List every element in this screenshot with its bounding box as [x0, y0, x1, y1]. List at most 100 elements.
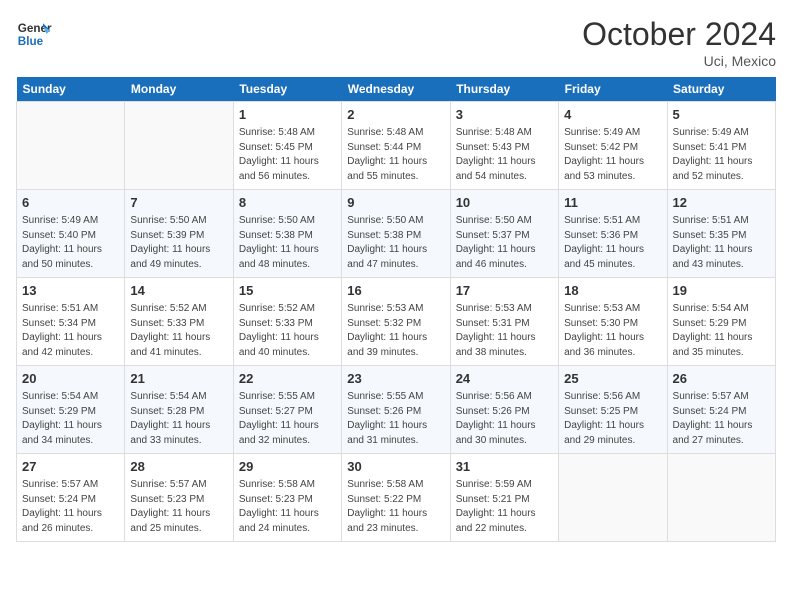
sunset-text: Sunset: 5:22 PM: [347, 493, 444, 508]
sunrise-text: Sunrise: 5:59 AM: [456, 478, 553, 493]
day-cell-25: 25Sunrise: 5:56 AMSunset: 5:25 PMDayligh…: [559, 366, 667, 454]
daylight-text: Daylight: 11 hours: [564, 155, 661, 170]
day-number: 27: [22, 458, 119, 476]
day-cell-13: 13Sunrise: 5:51 AMSunset: 5:34 PMDayligh…: [17, 278, 125, 366]
daylight-text-2: and 55 minutes.: [347, 170, 444, 185]
day-cell-27: 27 Sunrise: 5:57 AMSunset: 5:24 PMDayligh…: [17, 454, 125, 542]
day-header-friday: Friday: [559, 77, 667, 102]
day-number: 19: [673, 282, 770, 300]
sunrise-text: Sunrise: 5:56 AM: [564, 390, 661, 405]
daylight-text: Daylight: 11 hours: [673, 243, 770, 258]
day-cell-15: 15Sunrise: 5:52 AMSunset: 5:33 PMDayligh…: [233, 278, 341, 366]
page-header: General Blue October 2024 Uci, Mexico: [16, 16, 776, 69]
daylight-text: Daylight: 11 hours: [456, 419, 553, 434]
sunrise-text: Sunrise: 5:53 AM: [456, 302, 553, 317]
day-info: Sunrise: 5:54 AMSunset: 5:29 PMDaylight:…: [22, 390, 119, 448]
day-info: Sunrise: 5:55 AMSunset: 5:26 PMDaylight:…: [347, 390, 444, 448]
daylight-text-2: and 30 minutes.: [456, 434, 553, 449]
sunset-text: Sunset: 5:36 PM: [564, 229, 661, 244]
day-info: Sunrise: 5:59 AMSunset: 5:21 PMDaylight:…: [456, 478, 553, 536]
sunrise-text: Sunrise: 5:50 AM: [347, 214, 444, 229]
svg-text:Blue: Blue: [18, 35, 44, 48]
sunrise-text: Sunrise: 5:54 AM: [130, 390, 227, 405]
day-info: Sunrise: 5:58 AMSunset: 5:23 PMDaylight:…: [239, 478, 336, 536]
sunset-text: Sunset: 5:40 PM: [22, 229, 119, 244]
sunset-text: Sunset: 5:31 PM: [456, 317, 553, 332]
day-cell-22: 22Sunrise: 5:55 AMSunset: 5:27 PMDayligh…: [233, 366, 341, 454]
sunrise-text: Sunrise: 5:54 AM: [22, 390, 119, 405]
day-number: 11: [564, 194, 661, 212]
day-cell-8: 8Sunrise: 5:50 AMSunset: 5:38 PMDaylight…: [233, 190, 341, 278]
daylight-text-2: and 31 minutes.: [347, 434, 444, 449]
sunset-text: Sunset: 5:26 PM: [456, 405, 553, 420]
day-info: Sunrise: 5:53 AMSunset: 5:31 PMDaylight:…: [456, 302, 553, 360]
day-info: Sunrise: 5:52 AMSunset: 5:33 PMDaylight:…: [130, 302, 227, 360]
logo-icon: General Blue: [16, 16, 52, 52]
day-info: Sunrise: 5:53 AMSunset: 5:32 PMDaylight:…: [347, 302, 444, 360]
daylight-text: Daylight: 11 hours: [239, 331, 336, 346]
day-number: 21: [130, 370, 227, 388]
day-info: Sunrise: 5:49 AMSunset: 5:40 PMDaylight:…: [22, 214, 119, 272]
title-area: October 2024 Uci, Mexico: [582, 16, 776, 69]
daylight-text-2: and 53 minutes.: [564, 170, 661, 185]
day-number: 6: [22, 194, 119, 212]
sunrise-text: Sunrise: 5:49 AM: [22, 214, 119, 229]
day-number: 20: [22, 370, 119, 388]
day-header-thursday: Thursday: [450, 77, 558, 102]
daylight-text-2: and 27 minutes.: [673, 434, 770, 449]
daylight-text: Daylight: 11 hours: [22, 419, 119, 434]
daylight-text: Daylight: 11 hours: [456, 331, 553, 346]
day-number: 30: [347, 458, 444, 476]
day-info: Sunrise: 5:53 AMSunset: 5:30 PMDaylight:…: [564, 302, 661, 360]
day-info: Sunrise: 5:51 AMSunset: 5:34 PMDaylight:…: [22, 302, 119, 360]
sunset-text: Sunset: 5:21 PM: [456, 493, 553, 508]
daylight-text-2: and 54 minutes.: [456, 170, 553, 185]
empty-cell: [17, 102, 125, 190]
daylight-text: Daylight: 11 hours: [239, 155, 336, 170]
day-cell-17: 17Sunrise: 5:53 AMSunset: 5:31 PMDayligh…: [450, 278, 558, 366]
sunset-text: Sunset: 5:26 PM: [347, 405, 444, 420]
daylight-text-2: and 49 minutes.: [130, 258, 227, 273]
daylight-text-2: and 42 minutes.: [22, 346, 119, 361]
daylight-text-2: and 32 minutes.: [239, 434, 336, 449]
logo: General Blue: [16, 16, 52, 52]
daylight-text-2: and 45 minutes.: [564, 258, 661, 273]
daylight-text: Daylight: 11 hours: [347, 331, 444, 346]
day-header-saturday: Saturday: [667, 77, 775, 102]
day-header-tuesday: Tuesday: [233, 77, 341, 102]
day-info: Sunrise: 5:56 AMSunset: 5:25 PMDaylight:…: [564, 390, 661, 448]
daylight-text-2: and 23 minutes.: [347, 522, 444, 537]
day-number: 8: [239, 194, 336, 212]
day-cell-20: 20 Sunrise: 5:54 AMSunset: 5:29 PMDayligh…: [17, 366, 125, 454]
sunrise-text: Sunrise: 5:58 AM: [347, 478, 444, 493]
daylight-text: Daylight: 11 hours: [564, 243, 661, 258]
sunrise-text: Sunrise: 5:53 AM: [564, 302, 661, 317]
day-cell-5: 5Sunrise: 5:49 AMSunset: 5:41 PMDaylight…: [667, 102, 775, 190]
day-number: 4: [564, 106, 661, 124]
sunrise-text: Sunrise: 5:57 AM: [673, 390, 770, 405]
day-number: 22: [239, 370, 336, 388]
day-cell-16: 16 Sunrise: 5:53 AMSunset: 5:32 PMDayligh…: [342, 278, 450, 366]
daylight-text: Daylight: 11 hours: [456, 155, 553, 170]
sunset-text: Sunset: 5:39 PM: [130, 229, 227, 244]
day-info: Sunrise: 5:58 AMSunset: 5:22 PMDaylight:…: [347, 478, 444, 536]
daylight-text-2: and 47 minutes.: [347, 258, 444, 273]
day-number: 16: [347, 282, 444, 300]
day-cell-7: 7Sunrise: 5:50 AMSunset: 5:39 PMDaylight…: [125, 190, 233, 278]
daylight-text: Daylight: 11 hours: [347, 155, 444, 170]
sunrise-text: Sunrise: 5:58 AM: [239, 478, 336, 493]
sunrise-text: Sunrise: 5:51 AM: [22, 302, 119, 317]
daylight-text-2: and 46 minutes.: [456, 258, 553, 273]
week-row-4: 20 Sunrise: 5:54 AMSunset: 5:29 PMDayligh…: [17, 366, 776, 454]
day-info: Sunrise: 5:57 AMSunset: 5:24 PMDaylight:…: [22, 478, 119, 536]
sunset-text: Sunset: 5:33 PM: [130, 317, 227, 332]
sunrise-text: Sunrise: 5:56 AM: [456, 390, 553, 405]
week-row-1: 1Sunrise: 5:48 AMSunset: 5:45 PMDaylight…: [17, 102, 776, 190]
day-number: 7: [130, 194, 227, 212]
day-number: 2: [347, 106, 444, 124]
day-info: Sunrise: 5:49 AMSunset: 5:41 PMDaylight:…: [673, 126, 770, 184]
daylight-text: Daylight: 11 hours: [130, 419, 227, 434]
day-cell-12: 12Sunrise: 5:51 AMSunset: 5:35 PMDayligh…: [667, 190, 775, 278]
sunrise-text: Sunrise: 5:52 AM: [239, 302, 336, 317]
day-header-sunday: Sunday: [17, 77, 125, 102]
